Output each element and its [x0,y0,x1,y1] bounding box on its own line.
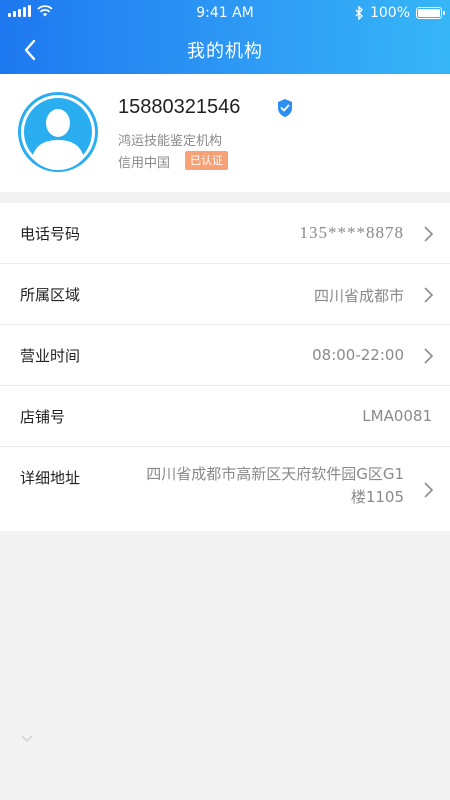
app-header: 9:41 AM 100% 我的机构 [0,0,450,74]
battery-icon [416,7,445,19]
row-value: 四川省成都市高新区天府软件园G区G1楼1105 [146,465,404,506]
profile-phone: 15880321546 [118,96,241,118]
bluetooth-icon [355,6,363,20]
avatar[interactable] [18,92,98,172]
row-region[interactable]: 所属区域 四川省成都市 [0,264,450,325]
row-label: 电话号码 [20,225,81,243]
page-title: 我的机构 [187,41,263,62]
credit-label: 信用中国 [118,156,171,171]
row-label: 详细地址 [20,469,81,487]
verified-shield-icon [278,99,292,117]
status-badge: 已认证 [185,151,228,170]
row-hours[interactable]: 营业时间 08:00-22:00 [0,325,450,386]
row-label: 营业时间 [20,347,81,365]
row-value: 135****8878 [299,223,404,242]
status-bar: 9:41 AM 100% [0,0,450,26]
status-right: 100% [355,5,445,21]
row-label: 所属区域 [20,286,81,304]
chevron-right-icon [424,287,434,303]
row-value: 08:00-22:00 [312,346,404,364]
chevron-right-icon [424,482,434,498]
chevron-down-icon[interactable] [20,734,34,744]
row-value: 四川省成都市 [313,287,404,305]
row-shop-number: 店铺号 LMA0081 [0,386,450,447]
row-phone[interactable]: 电话号码 135****8878 [0,203,450,264]
row-label: 店铺号 [20,408,66,426]
org-name: 鸿运技能鉴定机构 [118,134,223,149]
info-list: 电话号码 135****8878 所属区域 四川省成都市 营业时间 08:00-… [0,203,450,531]
chevron-right-icon [424,226,434,242]
row-address[interactable]: 详细地址 四川省成都市高新区天府软件园G区G1楼1105 [0,447,450,531]
user-silhouette-icon [21,95,95,171]
profile-card: 15880321546 鸿运技能鉴定机构 信用中国 已认证 [0,74,450,192]
battery-percent: 100% [369,5,410,21]
chevron-right-icon [424,348,434,364]
row-value: LMA0081 [362,407,432,425]
nav-bar: 我的机构 [0,26,450,74]
